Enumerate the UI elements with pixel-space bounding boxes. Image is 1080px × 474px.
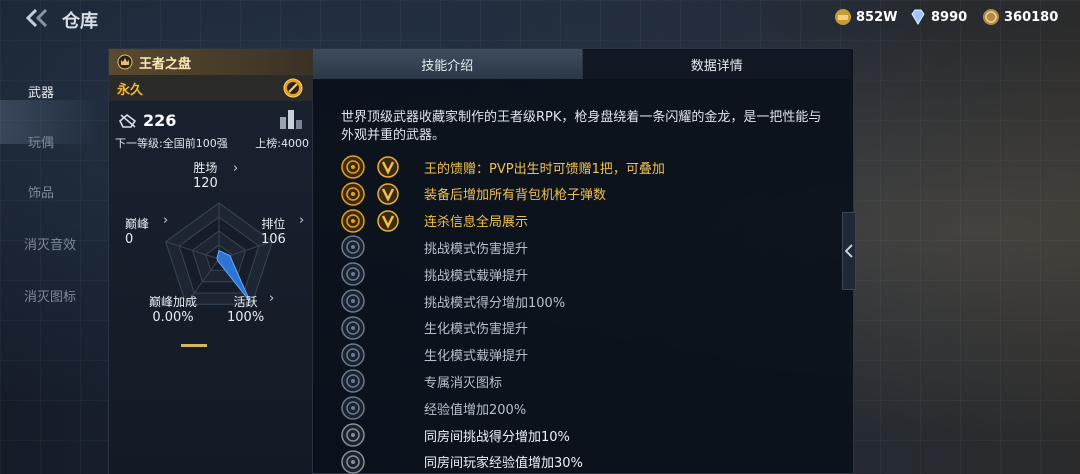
challenge-damage-icon [341, 235, 365, 260]
perk-text: 同房间玩家经验值增加30% [424, 456, 583, 472]
perk-text: 挑战模式得分增加100% [424, 295, 566, 311]
coin-amount: 360180 [1004, 9, 1059, 25]
perk-row: 连杀信息全局展示 [341, 208, 528, 233]
stat-wins[interactable]: 胜场 120 [193, 159, 218, 191]
perk-text: 挑战模式载弹提升 [424, 268, 529, 284]
board-text: 上榜:4000 [255, 137, 309, 150]
nav-item-kill-icons[interactable]: 消灭图标 [0, 286, 108, 305]
active-chevron-icon: › [269, 291, 275, 306]
perk-row: 装备后增加所有背包机枪子弹数 [341, 182, 606, 206]
stat-peak-value: 0 [125, 232, 134, 247]
stat-rank-value: 106 [261, 232, 286, 247]
rank-info-row: 下一等级:全国前100强 上榜:4000 [115, 135, 309, 151]
zombie-ammo-icon [341, 342, 365, 367]
stat-wins-value: 120 [193, 176, 218, 191]
gift-icon [341, 155, 365, 179]
tab-skills[interactable]: 技能介绍 [313, 49, 582, 79]
top-bar: 仓库 852W 8990 360180 [0, 0, 1080, 36]
gold-currency[interactable]: 852W [834, 8, 897, 26]
card-duration-row: 永久 [109, 75, 313, 101]
stat-peak-bonus[interactable]: 巅峰加成 0.00% [149, 293, 197, 325]
stat-active[interactable]: 活跃 100% [227, 293, 264, 325]
vip-v-icon [377, 156, 399, 178]
perk-row: 生化模式载弹提升 [341, 342, 528, 367]
stat-rank-label: 排位 [261, 217, 286, 231]
perk-row: 同房间挑战得分增加10% [341, 423, 570, 447]
stat-bonus-value: 0.00% [152, 310, 194, 325]
perk-row: 挑战模式伤害提升 [341, 235, 528, 260]
kill-badge-icon [341, 369, 365, 394]
page-title: 仓库 [62, 11, 98, 32]
leaderboard-icon[interactable] [278, 107, 304, 131]
coin-currency[interactable]: 360180 [982, 8, 1058, 26]
perk-row: 挑战模式得分增加100% [341, 289, 565, 313]
next-level-text: 下一等级:全国前100强 [115, 137, 228, 150]
card-header: 王者之盘 [109, 49, 313, 75]
tab-details[interactable]: 数据详情 [581, 49, 851, 79]
perk-text: 装备后增加所有背包机枪子弹数 [424, 188, 607, 204]
back-arrow-icon[interactable] [24, 8, 50, 28]
perk-text: 同房间挑战得分增加10% [424, 429, 570, 445]
compass-icon[interactable] [283, 78, 303, 98]
chevron-left-icon [845, 244, 853, 258]
card-page-indicator [181, 344, 207, 347]
perk-text: 生化模式伤害提升 [424, 322, 529, 338]
room-exp-icon [341, 450, 365, 474]
perk-text: 挑战模式伤害提升 [424, 241, 529, 257]
stat-rank[interactable]: 排位 106 [261, 215, 286, 247]
nav-item-dolls[interactable]: 玩偶 [0, 132, 108, 151]
perk-row: 王的馈赠：PVP出生时可馈赠1把，可叠加 [341, 155, 665, 179]
stat-peak-label: 巅峰 [125, 217, 150, 231]
challenge-ammo-icon [341, 262, 365, 286]
perk-row: 专属消灭图标 [341, 369, 502, 394]
kill-count-value: 226 [143, 111, 177, 130]
perk-row: 经验值增加200% [341, 396, 526, 420]
left-nav: 武器 玩偶 饰品 消灭音效 消灭图标 [0, 40, 108, 474]
kill-count: 226 [117, 111, 176, 130]
perk-row: 挑战模式载弹提升 [341, 262, 528, 286]
perk-text: 生化模式载弹提升 [424, 349, 529, 365]
broadcast-icon [341, 208, 365, 233]
peak-chevron-icon: › [163, 213, 169, 228]
gold-amount: 852W [856, 9, 898, 25]
diamond-icon [911, 9, 925, 25]
gold-bar-icon [835, 9, 851, 25]
weapon-card: 王者之盘 永久 226 下一等级:全国前100强 上榜:4000 胜场 120 … [109, 49, 313, 474]
room-score-icon [341, 423, 365, 447]
perk-text: 经验值增加200% [424, 402, 527, 418]
stat-peak[interactable]: 巅峰 0 [125, 215, 149, 247]
diamond-currency[interactable]: 8990 [909, 8, 967, 26]
perk-text: 王的馈赠：PVP出生时可馈赠1把，可叠加 [424, 161, 665, 177]
zombie-damage-icon [341, 316, 365, 340]
vip-v-icon [377, 209, 399, 232]
stat-active-label: 活跃 [233, 295, 258, 309]
challenge-score-icon [341, 289, 365, 313]
stat-wins-label: 胜场 [193, 161, 218, 175]
duration-label: 永久 [117, 82, 144, 98]
perk-text: 连杀信息全局展示 [424, 215, 529, 231]
weapon-panel: 王者之盘 永久 226 下一等级:全国前100强 上榜:4000 胜场 120 … [108, 48, 854, 474]
nav-item-accessories[interactable]: 饰品 [0, 182, 108, 201]
crown-icon [117, 54, 133, 70]
tab-bar: 技能介绍 数据详情 [313, 49, 851, 79]
weapon-description: 世界顶级武器收藏家制作的王者级RPK，枪身盘绕着一条闪耀的金龙，是一把性能与外观… [341, 110, 822, 143]
perk-row: 同房间玩家经验值增加30% [341, 450, 583, 474]
diamond-amount: 8990 [931, 9, 968, 25]
gun-ammo-icon [341, 182, 365, 206]
perk-text: 专属消灭图标 [424, 375, 503, 391]
coin-icon [983, 9, 999, 25]
wins-chevron-icon: › [233, 161, 239, 176]
rank-chevron-icon: › [299, 213, 305, 228]
stat-bonus-label: 巅峰加成 [149, 295, 198, 309]
stat-active-value: 100% [227, 310, 265, 325]
weapon-name: 王者之盘 [139, 56, 192, 72]
kill-skull-icon [119, 113, 137, 128]
nav-item-kill-sounds[interactable]: 消灭音效 [0, 234, 108, 253]
nav-item-weapons[interactable]: 武器 [0, 82, 108, 101]
perk-row: 生化模式伤害提升 [341, 316, 528, 340]
vip-v-icon [377, 183, 399, 205]
exp-icon [341, 396, 365, 420]
side-collapse-handle[interactable] [842, 212, 856, 290]
